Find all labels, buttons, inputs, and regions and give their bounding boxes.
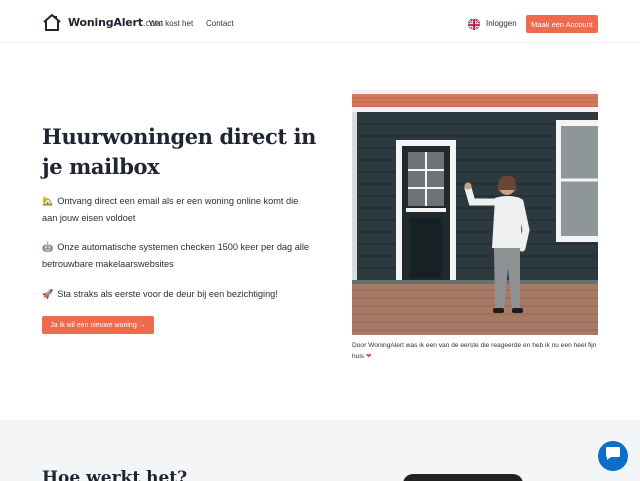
robot-icon: 🤖 [42, 243, 54, 253]
house-icon: 🏡 [42, 197, 54, 207]
testimonial-photo [352, 90, 598, 335]
nav-contact[interactable]: Contact [206, 19, 234, 28]
heart-icon: ❤ [365, 353, 372, 360]
phone-mockup [403, 474, 523, 481]
feature-email: 🏡 Ontvang direct een email als er een won… [42, 193, 312, 226]
create-account-button[interactable]: Maak een Account [526, 15, 598, 33]
logo-name: WoningAlert [68, 15, 143, 29]
uk-flag-icon[interactable] [468, 18, 480, 30]
chat-button[interactable] [598, 441, 628, 471]
feature-text: Ontvang direct een email als er een woni… [42, 196, 299, 223]
hero-title: Huurwoningen direct in je mailbox [42, 124, 316, 179]
rocket-icon: 🚀 [42, 290, 54, 300]
site-header: WoningAlert.com Wat kost het Contact Inl… [0, 0, 640, 43]
feature-first: 🚀 Sta straks als eerste voor de deur bij … [42, 286, 312, 303]
chat-bubble-icon [605, 446, 621, 466]
testimonial-caption: Door WoningAlert was ik een van de eerst… [352, 340, 602, 362]
caption-text: Door WoningAlert was ik een van de eerst… [352, 342, 597, 360]
nav-pricing[interactable]: Wat kost het [149, 19, 193, 28]
feature-automation: 🤖 Onze automatische systemen checken 1500… [42, 239, 312, 272]
logo[interactable]: WoningAlert.com [42, 11, 163, 33]
feature-text: Onze automatische systemen checken 1500 … [42, 242, 310, 269]
feature-text: Sta straks als eerste voor de deur bij e… [57, 289, 278, 299]
login-link[interactable]: Inloggen [486, 19, 517, 28]
how-it-works-title: Hoe werkt het? [42, 468, 188, 481]
house-logo-icon [42, 13, 62, 31]
want-new-home-button[interactable]: Ja ik wil een nieuwe woning → [42, 316, 154, 334]
